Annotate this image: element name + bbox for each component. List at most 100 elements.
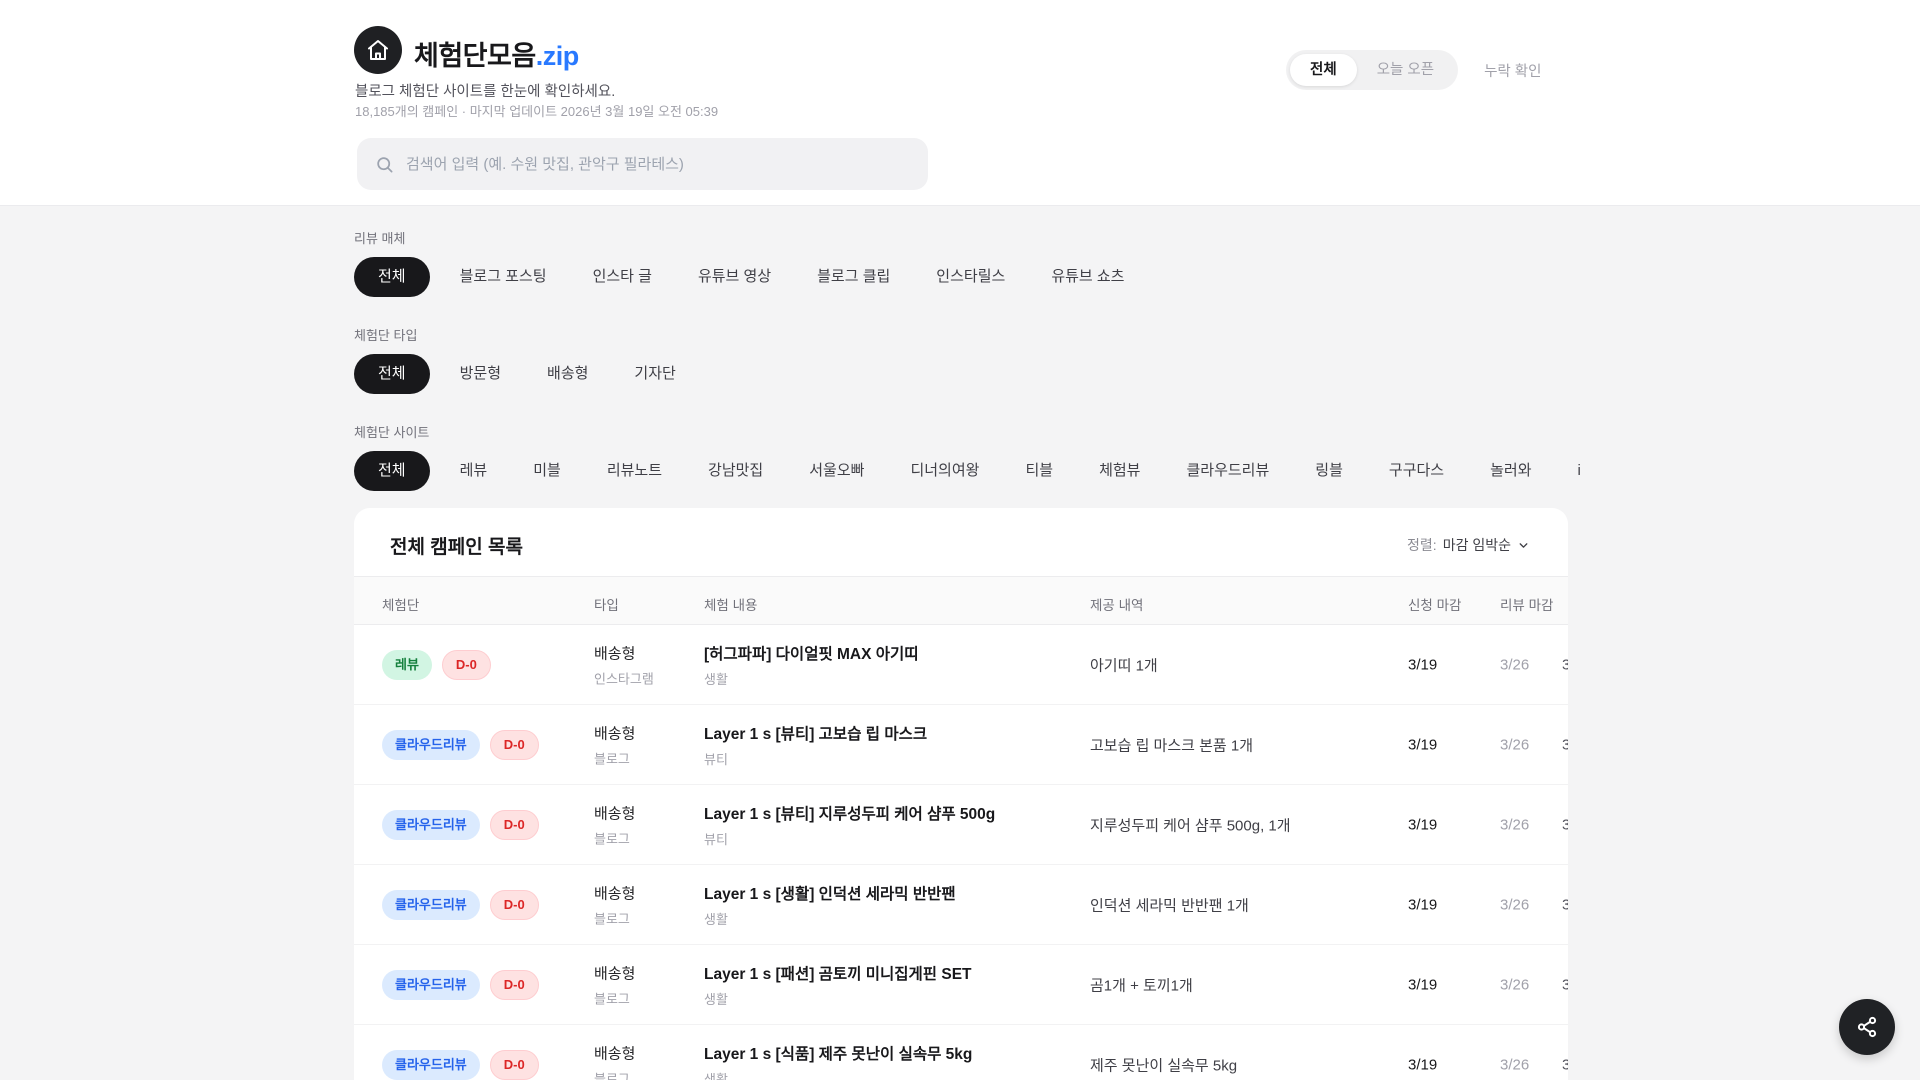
type-cell: 배송형 블로그 (594, 882, 635, 927)
filter-chip[interactable]: 링블 (1299, 451, 1359, 491)
provision-cell: 인덕션 세라믹 반반팬 1개 (1090, 897, 1249, 914)
filter-chip[interactable]: 전체 (354, 451, 430, 491)
page-title-text: 체험단모음 (414, 41, 536, 71)
filter-chip[interactable]: 체험뷰 (1083, 451, 1156, 491)
filter-chip[interactable]: 서울오빠 (793, 451, 880, 491)
type-cell: 배송형 블로그 (594, 722, 635, 767)
type-cell: 배송형 인스타그램 (594, 642, 654, 687)
site-cell: 클라우드리뷰 D-0 (382, 889, 539, 920)
content-cell: Layer 1 s [뷰티] 고보습 립 마스크 뷰티 (704, 722, 927, 768)
search-bar (357, 138, 928, 190)
col-type: 타입 (594, 598, 619, 613)
filter-chip[interactable]: 전체 (354, 257, 430, 297)
filter-chip[interactable]: 유튜브 쇼츠 (1035, 257, 1140, 297)
sort-control[interactable]: 정렬: 마감 임박순 (1407, 535, 1530, 555)
campaign-type: 배송형 (594, 725, 636, 742)
table-row[interactable]: 클라우드리뷰 D-0 배송형 블로그 Layer 1 s [뷰티] 고보습 립 … (354, 705, 1568, 785)
provision-cell: 제주 못난이 실속무 5kg (1090, 1057, 1238, 1074)
apply-deadline: 3/19 (1408, 656, 1438, 673)
filter-chip[interactable]: 리뷰노트 (591, 451, 678, 491)
search-icon (375, 155, 394, 174)
filter-chip-row: 전체 블로그 포스팅 인스타 글 유튜브 영상 블로그 클립 인스타릴스 유튜브 쇼츠 (354, 257, 1920, 297)
filter-chip-row: 전체 방문형 배송형 기자단 (354, 354, 1920, 394)
col-provision: 제공 내역 (1090, 598, 1144, 613)
card-title: 전체 캠페인 목록 (390, 537, 523, 558)
campaign-title: Layer 1 s [생활] 인덕션 세라믹 반반팬 (704, 885, 956, 903)
share-icon (1855, 1015, 1879, 1039)
table-body: 레뷰 D-0 배송형 인스타그램 [허그파파] 다이얼핏 MAX 아기띠 생활 … (354, 625, 1568, 1080)
content-cell: Layer 1 s [생활] 인덕션 세라믹 반반팬 생활 (704, 882, 956, 928)
table-row[interactable]: 클라우드리뷰 D-0 배송형 블로그 Layer 1 s [식품] 제주 못난이… (354, 1025, 1568, 1080)
filter-chip[interactable]: i (1562, 451, 1597, 491)
table-column-headers: 체험단 타입 체험 내용 제공 내역 신청 마감 리뷰 마감 (354, 576, 1568, 625)
filter-chip[interactable]: 인스타릴스 (920, 257, 1021, 297)
campaign-channel: 블로그 (594, 1071, 630, 1080)
site-cell: 레뷰 D-0 (382, 649, 491, 680)
dday-badge: D-0 (489, 729, 539, 760)
campaign-category: 뷰티 (704, 751, 728, 767)
apply-deadline: 3/19 (1408, 1056, 1438, 1073)
clipped-column: 3 (1562, 736, 1568, 753)
filter-chip[interactable]: 배송형 (531, 354, 604, 394)
filter-group-label: 체험단 사이트 (354, 425, 430, 440)
campaign-type: 배송형 (594, 1045, 636, 1062)
table-row[interactable]: 레뷰 D-0 배송형 인스타그램 [허그파파] 다이얼핏 MAX 아기띠 생활 … (354, 625, 1568, 705)
campaign-category: 생활 (704, 1071, 728, 1080)
content-cell: [허그파파] 다이얼핏 MAX 아기띠 생활 (704, 642, 919, 688)
tab-all[interactable]: 전체 (1290, 54, 1357, 86)
review-deadline: 3/26 (1500, 1056, 1530, 1073)
search-input[interactable] (406, 155, 910, 173)
dday-badge: D-0 (441, 649, 491, 680)
campaign-title: Layer 1 s [뷰티] 지루성두피 케어 샴푸 500g (704, 805, 996, 823)
filter-chip[interactable]: 강남맛집 (692, 451, 779, 491)
sort-value: 마감 임박순 (1442, 537, 1511, 553)
page-title: 체험단모음.zip (414, 34, 579, 73)
apply-deadline: 3/19 (1408, 896, 1438, 913)
campaign-channel: 인스타그램 (594, 671, 654, 686)
site-cell: 클라우드리뷰 D-0 (382, 809, 539, 840)
home-icon (366, 38, 390, 62)
filter-chip[interactable]: 기자단 (618, 354, 691, 394)
missing-check-link[interactable]: 누락 확인 (1484, 60, 1541, 81)
col-review-deadline: 리뷰 마감 (1500, 598, 1554, 613)
table-row[interactable]: 클라우드리뷰 D-0 배송형 블로그 Layer 1 s [뷰티] 지루성두피 … (354, 785, 1568, 865)
campaign-type: 배송형 (594, 965, 636, 982)
filter-chip[interactable]: 블로그 포스팅 (444, 257, 563, 297)
dday-badge: D-0 (489, 1049, 539, 1080)
site-badge: 클라우드리뷰 (382, 889, 480, 920)
filter-chip[interactable]: 놀러와 (1474, 451, 1547, 491)
filter-chip[interactable]: 구구다스 (1373, 451, 1460, 491)
review-deadline: 3/26 (1500, 816, 1530, 833)
table-row[interactable]: 클라우드리뷰 D-0 배송형 블로그 Layer 1 s [생활] 인덕션 세라… (354, 865, 1568, 945)
filter-chip[interactable]: 전체 (354, 354, 430, 394)
filter-chip[interactable]: 레뷰 (444, 451, 504, 491)
campaign-type: 배송형 (594, 645, 636, 662)
filter-chip[interactable]: 블로그 클립 (801, 257, 906, 297)
share-button[interactable] (1839, 999, 1895, 1055)
page-subtitle: 블로그 체험단 사이트를 한눈에 확인하세요. (355, 84, 616, 100)
card-header: 전체 캠페인 목록 정렬: 마감 임박순 (354, 508, 1568, 576)
filter-chip[interactable]: 미블 (517, 451, 577, 491)
filter-chip[interactable]: 디너의여왕 (894, 451, 995, 491)
tab-today-open[interactable]: 오늘 오픈 (1357, 54, 1454, 86)
header-tabs: 전체 오늘 오픈 누락 확인 (1286, 50, 1541, 90)
site-badge: 클라우드리뷰 (382, 1049, 480, 1080)
filter-section: 리뷰 매체 전체 블로그 포스팅 인스타 글 유튜브 영상 블로그 클립 인스타릴스 유튜브 … (354, 228, 1920, 519)
content-cell: Layer 1 s [식품] 제주 못난이 실속무 5kg 생활 (704, 1042, 972, 1080)
apply-deadline: 3/19 (1408, 816, 1438, 833)
table-row[interactable]: 클라우드리뷰 D-0 배송형 블로그 Layer 1 s [패션] 곰토끼 미니… (354, 945, 1568, 1025)
tab-group: 전체 오늘 오픈 (1286, 50, 1459, 90)
filter-chip[interactable]: 클라우드리뷰 (1170, 451, 1285, 491)
clipped-column: 3 (1562, 896, 1568, 913)
apply-deadline: 3/19 (1408, 976, 1438, 993)
filter-chip[interactable]: 유튜브 영상 (682, 257, 787, 297)
content-cell: Layer 1 s [뷰티] 지루성두피 케어 샴푸 500g 뷰티 (704, 802, 995, 848)
campaign-channel: 블로그 (594, 831, 630, 846)
type-cell: 배송형 블로그 (594, 1042, 635, 1080)
filter-chip[interactable]: 인스타 글 (577, 257, 668, 297)
filter-chip[interactable]: 방문형 (444, 354, 517, 394)
col-site: 체험단 (382, 598, 420, 613)
filter-chip[interactable]: 티블 (1009, 451, 1069, 491)
site-logo[interactable] (354, 26, 402, 74)
dday-badge: D-0 (489, 969, 539, 1000)
